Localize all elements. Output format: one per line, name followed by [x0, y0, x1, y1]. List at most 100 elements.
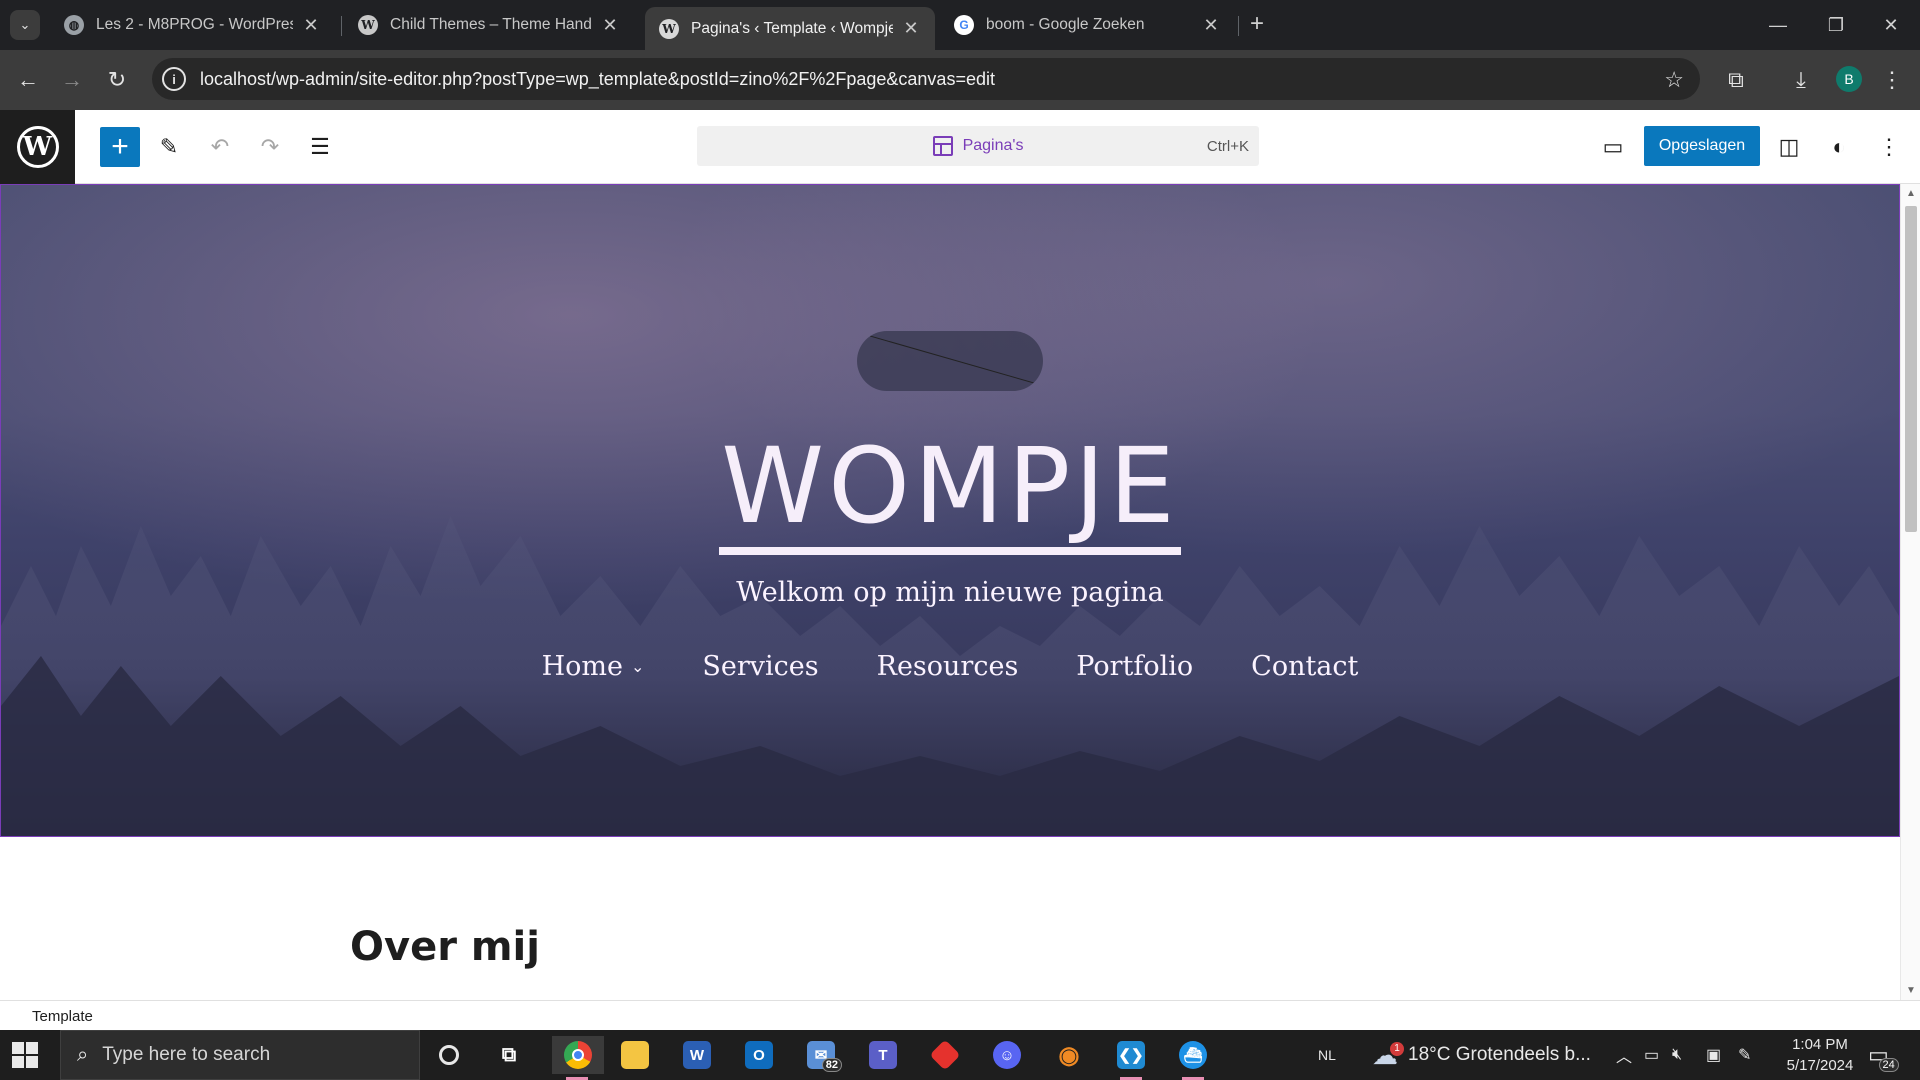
- browser-tab-strip: ⌄ ◍ Les 2 - M8PROG - WordPress ✕ W Child…: [0, 0, 1920, 50]
- navigation-block: Home ⌄ Services Resources Portfolio Cont…: [1, 651, 1899, 682]
- mail-icon[interactable]: ✉ 82: [800, 1036, 842, 1074]
- section-heading[interactable]: Over mij: [350, 924, 540, 970]
- weather-widget[interactable]: ☁ 1 18°C Grotendeels b...: [1372, 1030, 1591, 1080]
- windows-start-button[interactable]: [12, 1042, 38, 1068]
- docker-icon[interactable]: ⛴: [1172, 1036, 1214, 1080]
- chrome-taskbar-icon[interactable]: [552, 1036, 604, 1080]
- nav-item-services[interactable]: Services: [702, 651, 818, 682]
- discord-icon[interactable]: ☺: [986, 1036, 1028, 1074]
- back-button[interactable]: ←: [12, 64, 44, 96]
- site-info-icon[interactable]: i: [162, 67, 186, 91]
- cover-block[interactable]: WOMPJE Welkom op mijn nieuwe pagina Home…: [0, 184, 1900, 837]
- vscode-icon[interactable]: ❮❯: [1110, 1036, 1152, 1080]
- google-icon: G: [954, 15, 974, 35]
- nav-item-contact[interactable]: Contact: [1251, 651, 1358, 682]
- settings-sidebar-icon[interactable]: ◫: [1772, 130, 1806, 164]
- task-view-icon[interactable]: ⧉: [488, 1036, 530, 1074]
- meet-now-icon[interactable]: ▣: [1706, 1030, 1721, 1080]
- site-tagline[interactable]: Welkom op mijn nieuwe pagina: [1, 577, 1899, 608]
- editor-header: W + ✎ ↶ ↷ ☰ Pagina's Ctrl+K ▭ Opgeslagen…: [0, 110, 1920, 184]
- wordpress-icon: W: [659, 18, 679, 39]
- battery-icon[interactable]: ▭: [1644, 1030, 1659, 1080]
- address-bar[interactable]: i localhost/wp-admin/site-editor.php?pos…: [152, 58, 1700, 100]
- site-title[interactable]: WOMPJE: [1, 425, 1899, 555]
- extensions-icon[interactable]: ⧉: [1720, 64, 1752, 96]
- close-icon[interactable]: ✕: [600, 15, 620, 36]
- clock-time: 1:04 PM: [1792, 1036, 1848, 1053]
- url-text[interactable]: localhost/wp-admin/site-editor.php?postT…: [200, 69, 995, 90]
- notification-center-icon[interactable]: ▭ 24: [1868, 1030, 1899, 1080]
- nav-item-portfolio[interactable]: Portfolio: [1076, 651, 1193, 682]
- system-clock[interactable]: 1:04 PM 5/17/2024: [1770, 1034, 1870, 1076]
- git-app-icon[interactable]: [924, 1036, 966, 1074]
- outlook-icon[interactable]: O: [738, 1036, 780, 1074]
- forward-button[interactable]: →: [56, 64, 88, 96]
- language-indicator[interactable]: NL: [1318, 1030, 1336, 1080]
- nav-label: Resources: [876, 651, 1019, 682]
- browser-tab[interactable]: ◍ Les 2 - M8PROG - WordPress ✕: [50, 7, 335, 43]
- cloud-icon: ☁ 1: [1372, 1040, 1404, 1071]
- close-icon[interactable]: ✕: [1201, 15, 1221, 36]
- taskbar-search[interactable]: ⌕ Type here to search: [60, 1030, 420, 1080]
- device-preview-icon[interactable]: ▭: [1596, 130, 1630, 164]
- tab-separator: [341, 16, 342, 36]
- plus-icon: +: [111, 130, 129, 163]
- close-window-button[interactable]: ✕: [1862, 0, 1920, 50]
- scroll-up-icon[interactable]: ▲: [1906, 188, 1916, 199]
- mail-badge: 82: [821, 1058, 842, 1072]
- wordpress-icon: W: [16, 126, 59, 168]
- nav-item-resources[interactable]: Resources: [877, 651, 1019, 682]
- tab-title: boom - Google Zoeken: [986, 16, 1145, 33]
- scroll-down-icon[interactable]: ▼: [1906, 985, 1916, 996]
- pen-workspace-icon[interactable]: ✎: [1738, 1030, 1751, 1080]
- nav-label: Portfolio: [1076, 651, 1194, 682]
- blender-icon[interactable]: ◉: [1048, 1036, 1090, 1074]
- weather-badge: 1: [1390, 1041, 1404, 1056]
- nav-label: Home: [541, 651, 623, 682]
- close-icon[interactable]: ✕: [901, 18, 921, 39]
- muted-speaker-icon[interactable]: 🔇︎: [1672, 1030, 1682, 1080]
- bookmark-star-icon[interactable]: ☆: [1664, 67, 1684, 93]
- cortana-icon[interactable]: [428, 1036, 470, 1074]
- list-view-icon[interactable]: ☰: [303, 130, 337, 164]
- profile-initial: B: [1844, 71, 1854, 87]
- scrollbar-thumb[interactable]: [1905, 206, 1917, 532]
- close-icon[interactable]: ✕: [301, 15, 321, 36]
- browser-tab-active[interactable]: W Pagina's ‹ Template ‹ Wompje ‹ ✕: [645, 7, 935, 50]
- nav-label: Contact: [1251, 651, 1359, 682]
- file-explorer-icon[interactable]: [614, 1036, 656, 1074]
- restore-button[interactable]: ❐: [1807, 0, 1865, 50]
- edit-tool-icon[interactable]: ✎: [152, 130, 186, 164]
- styles-icon[interactable]: ◐: [1822, 130, 1856, 164]
- redo-icon[interactable]: ↷: [253, 130, 287, 164]
- site-title-link[interactable]: WOMPJE: [719, 425, 1181, 555]
- wordpress-icon: W: [358, 15, 378, 35]
- new-tab-button[interactable]: +: [1244, 12, 1270, 38]
- reload-button[interactable]: ↻: [101, 64, 133, 96]
- undo-icon[interactable]: ↶: [203, 130, 237, 164]
- options-menu-icon[interactable]: ⋮: [1872, 130, 1906, 164]
- tab-title: Les 2 - M8PROG - WordPress: [96, 16, 293, 33]
- word-icon[interactable]: W: [676, 1036, 718, 1074]
- block-inserter-button[interactable]: +: [100, 127, 140, 167]
- canvas-scrollbar[interactable]: ▲ ▼: [1900, 184, 1920, 1000]
- tray-overflow-icon[interactable]: ︿: [1616, 1030, 1632, 1080]
- profile-avatar[interactable]: B: [1836, 66, 1862, 92]
- command-label: Pagina's: [962, 137, 1024, 154]
- template-icon: [932, 136, 953, 156]
- minimize-button[interactable]: —: [1749, 0, 1807, 50]
- command-palette-button[interactable]: Pagina's Ctrl+K: [697, 126, 1259, 166]
- nav-item-home[interactable]: Home ⌄: [542, 651, 645, 682]
- browser-tab[interactable]: G boom - Google Zoeken ✕: [940, 7, 1235, 43]
- block-breadcrumb[interactable]: Template: [32, 1008, 93, 1025]
- download-icon[interactable]: ⤓: [1785, 64, 1817, 96]
- tab-search-button[interactable]: ⌄: [10, 10, 40, 40]
- browser-tab[interactable]: W Child Themes – Theme Handbook ✕: [344, 7, 634, 43]
- browser-menu-icon[interactable]: ⋮: [1876, 64, 1908, 96]
- tab-separator: [1238, 16, 1239, 36]
- save-button[interactable]: Opgeslagen: [1644, 126, 1760, 166]
- nav-label: Services: [702, 651, 819, 682]
- wordpress-logo-button[interactable]: W: [0, 110, 75, 184]
- teams-icon[interactable]: T: [862, 1036, 904, 1074]
- site-logo-placeholder[interactable]: [857, 331, 1043, 391]
